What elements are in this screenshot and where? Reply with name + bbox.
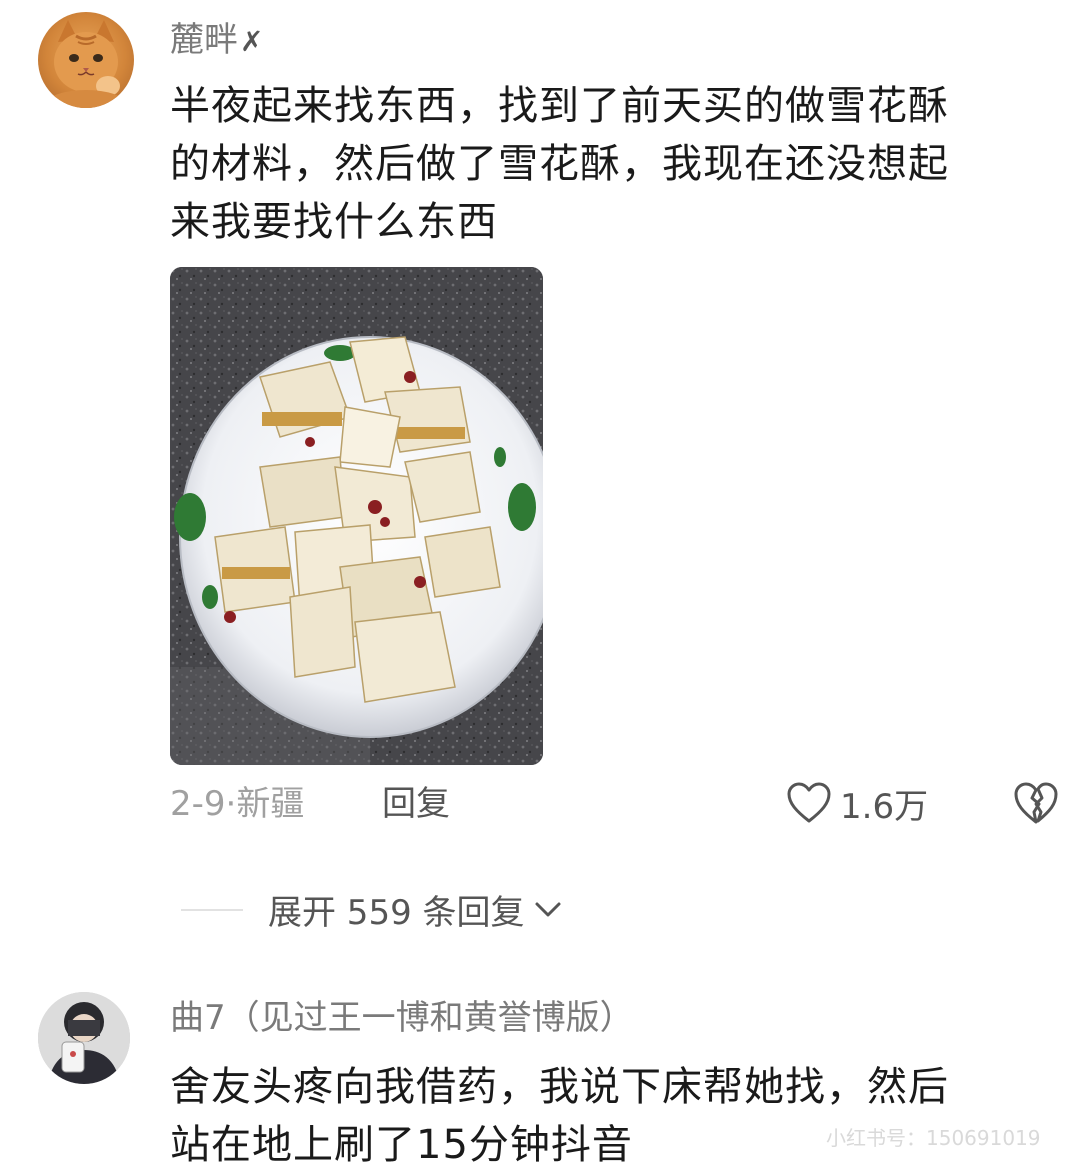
user-badge-icon: ✗ bbox=[240, 25, 264, 58]
comment-line: 舍友头疼向我借药，我说下床帮她找，然后 bbox=[170, 1064, 949, 1110]
comment-date-location: 2-9·新疆 bbox=[170, 784, 305, 824]
expand-divider bbox=[181, 909, 243, 911]
username-text: 麓畔 bbox=[170, 20, 238, 60]
user-avatar[interactable] bbox=[38, 992, 130, 1084]
expand-replies-button[interactable]: 展开 559 条回复 bbox=[268, 886, 565, 933]
comment-line: 来我要找什么东西 bbox=[170, 199, 498, 245]
heart-outline-icon bbox=[787, 782, 831, 823]
like-button[interactable]: 1.6万 bbox=[786, 780, 929, 827]
username[interactable]: 曲7（见过王一博和黄誉博版） bbox=[170, 996, 634, 1040]
comment-line: 的材料，然后做了雪花酥，我现在还没想起 bbox=[170, 141, 949, 187]
broken-heart-icon bbox=[1014, 782, 1058, 824]
comment-line: 半夜起来找东西，找到了前天买的做雪花酥 bbox=[170, 83, 949, 129]
cat-avatar-icon bbox=[46, 20, 126, 108]
like-count: 1.6万 bbox=[840, 786, 929, 827]
dislike-button[interactable] bbox=[1012, 780, 1060, 826]
user-avatar[interactable] bbox=[38, 12, 134, 108]
comment-photo[interactable] bbox=[170, 267, 543, 765]
person-avatar-icon bbox=[38, 992, 130, 1084]
snowflake-crisp-photo bbox=[170, 267, 543, 765]
username[interactable]: 麓畔✗ bbox=[170, 18, 263, 64]
reply-button[interactable]: 回复 bbox=[382, 782, 450, 826]
watermark: 小红书号：150691019 bbox=[826, 1126, 1041, 1150]
comment-body: 舍友头疼向我借药，我说下床帮她找，然后 站在地上刷了15分钟抖音 bbox=[170, 1058, 949, 1174]
chevron-down-icon bbox=[535, 902, 561, 917]
comment-body: 半夜起来找东西，找到了前天买的做雪花酥 的材料，然后做了雪花酥，我现在还没想起 … bbox=[170, 77, 949, 251]
expand-replies-label: 展开 559 条回复 bbox=[268, 892, 525, 933]
